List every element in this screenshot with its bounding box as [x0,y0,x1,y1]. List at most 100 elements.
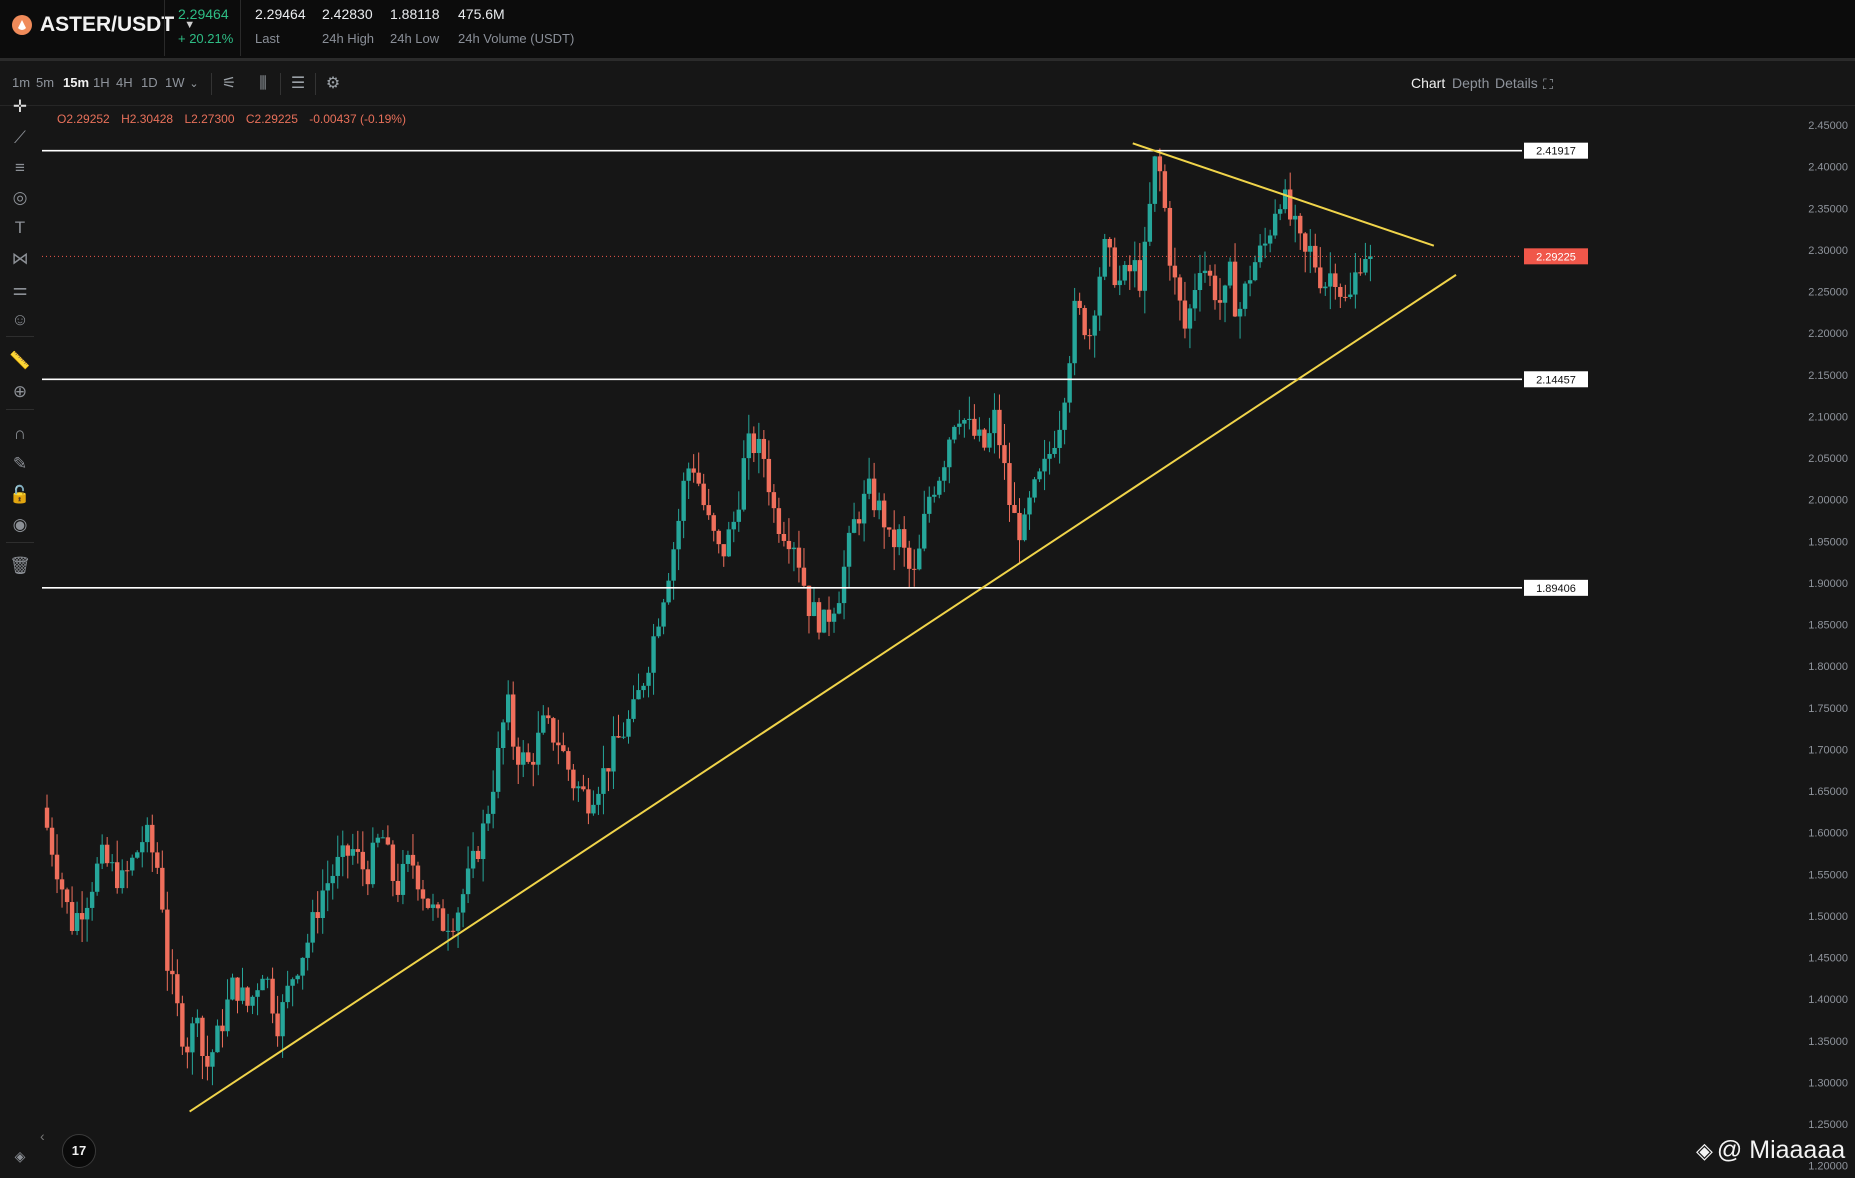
candle-body [1032,479,1037,498]
candle-body [576,786,581,789]
candle [686,462,691,500]
candle [1237,302,1243,339]
candle [1052,430,1057,458]
candle-body [711,515,716,531]
candle [556,719,561,765]
candle-body [1313,245,1318,268]
candle [987,417,992,453]
candle-body [676,520,681,550]
candle-body [922,513,927,549]
candle-body [350,849,355,856]
candle-body [355,849,361,852]
candle-body [490,791,496,814]
candle [1247,265,1253,297]
candle [1172,247,1178,295]
candle-body [556,742,561,746]
candle-body [400,863,406,895]
candle-body [1277,209,1283,214]
candle [385,825,391,846]
candle [325,860,330,912]
y-tick-label: 1.95000 [1808,536,1848,548]
candle-body [1202,270,1208,274]
candle [365,860,371,896]
candle-body [160,867,165,910]
candle-body [195,1017,200,1024]
candle-body [571,769,576,789]
candle [866,457,872,500]
candle [145,817,150,853]
candle-body [109,862,115,864]
candle [1363,242,1368,276]
candle [425,898,431,910]
candle [1197,254,1203,312]
candle-body [601,768,606,794]
candle-body [1257,245,1263,263]
candle-body [1087,335,1092,337]
candle-body [516,746,521,765]
candle-body [701,483,706,506]
candle-body [1102,238,1107,277]
candle-body [1077,300,1082,309]
candle-body [962,420,967,424]
candle-body [270,978,275,1014]
candle [651,623,656,695]
candle [205,1035,210,1081]
candle [330,864,335,900]
candle [591,790,596,816]
candle-body [826,609,832,622]
candle [1227,257,1233,289]
y-tick-label: 1.45000 [1808,953,1848,965]
candle-body [1242,283,1248,309]
candle [1353,252,1358,309]
candle [500,719,506,765]
y-tick-label: 1.25000 [1808,1119,1848,1131]
candle [125,860,130,889]
candle [1107,237,1112,267]
candle-body [210,1052,215,1067]
collapse-chevron-icon[interactable]: ‹ [40,1128,45,1144]
candle [1032,477,1037,503]
candle [947,437,952,484]
candle-body [1308,245,1313,252]
candle-body [1177,277,1183,301]
y-tick-label: 1.80000 [1808,661,1848,673]
candle-body [1037,471,1042,480]
candle [59,872,65,908]
price-chart[interactable]: 1.200001.250001.300001.350001.400001.450… [0,0,1855,1178]
candle-body [1042,458,1047,472]
candle [516,737,521,785]
candle [1207,264,1213,287]
candle-body [1338,286,1343,297]
candle [505,680,511,731]
candle-body [84,907,90,920]
last-price-label: 2.29225 [1536,251,1576,263]
candle [375,833,381,848]
candle-body [1363,258,1368,273]
candle [475,845,481,863]
candle-body [536,732,541,765]
candle [616,714,621,739]
candle [185,1037,190,1069]
candle [69,886,75,935]
candle-body [586,789,591,814]
candle [711,512,716,542]
ohlc-readout: O2.29252 H2.30428 L2.27300 C2.29225 -0.0… [57,112,414,126]
candle-body [305,942,310,958]
candle-body [1017,512,1022,541]
candle [150,814,155,872]
candle-body [1147,203,1153,242]
candle [937,476,942,499]
candle [922,490,927,552]
candle-body [801,567,807,586]
candle [445,913,451,951]
candle-body [831,613,837,622]
candle-body [917,548,922,570]
candle-body [285,985,290,1003]
candle [846,525,852,588]
candle [816,597,822,640]
candle-body [385,837,391,845]
y-tick-label: 2.10000 [1808,411,1848,423]
candle [265,976,270,989]
candle-body [425,898,431,908]
binance-logo-icon: ◈ [1696,1138,1713,1163]
